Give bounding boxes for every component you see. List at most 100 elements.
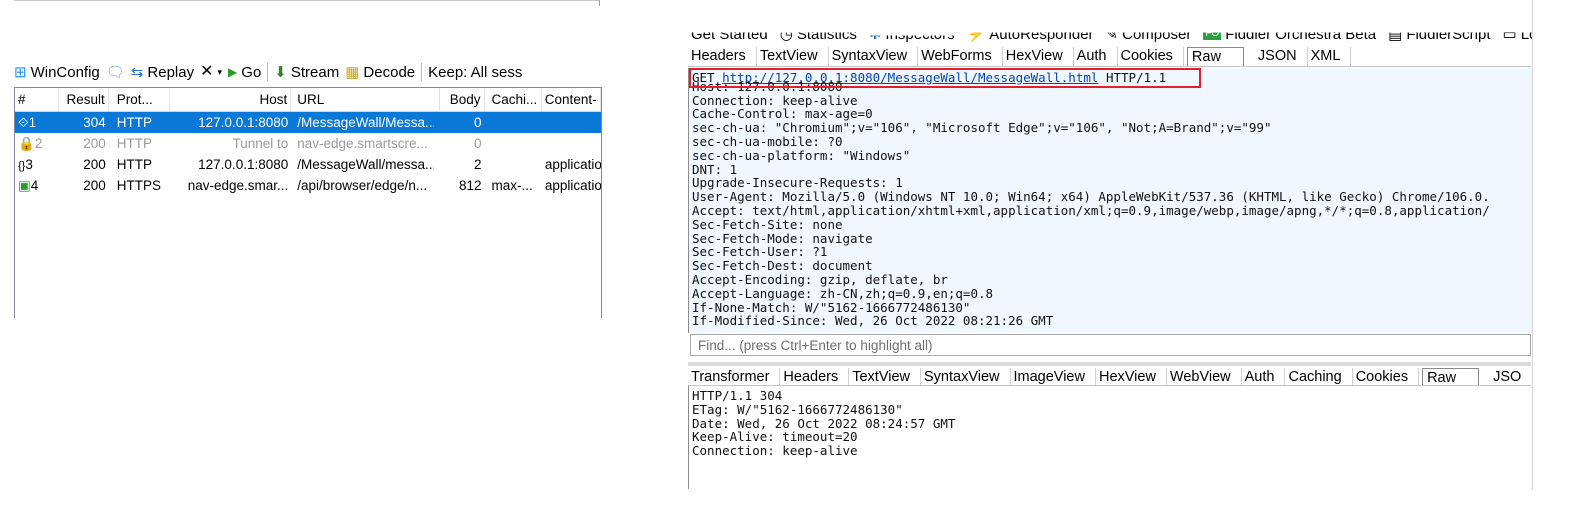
request-header-line: Accept-Encoding: gzip, deflate, br xyxy=(692,271,948,287)
tab-fiddlerscript[interactable]: ▤ FiddlerScript xyxy=(1385,25,1493,43)
response-line: ETag: W/"5162-1666772486130" xyxy=(692,401,903,417)
session-number-cell: ⟐1 xyxy=(15,115,59,131)
decode-button[interactable]: ▦ Decode xyxy=(345,64,415,81)
close-x-icon: ✕ xyxy=(200,63,214,80)
comment-bubble-icon: 🗨 xyxy=(105,63,125,81)
url-cell: /api/browser/edge/n... xyxy=(297,178,428,193)
session-row[interactable]: ⟐1 304 HTTP 127.0.0.1:8080 /MessageWall/… xyxy=(15,112,601,133)
tab-label: Log xyxy=(1520,25,1532,43)
comment-button[interactable]: 🗨 xyxy=(106,65,125,80)
tab-request-raw[interactable]: Raw xyxy=(1186,47,1244,66)
column-header-number[interactable]: # xyxy=(15,88,60,111)
column-header-url[interactable]: URL xyxy=(291,88,441,111)
tab-request-textview[interactable]: TextView xyxy=(757,47,829,66)
request-raw-view[interactable]: GET http://127.0.0.1:8080/MessageWall/Me… xyxy=(688,68,1532,333)
request-header-line: sec-ch-ua-platform: "Windows" xyxy=(692,147,911,163)
column-header-body[interactable]: Body xyxy=(440,88,485,111)
column-header-content-type[interactable]: Content- xyxy=(542,88,601,111)
left-pane-top-border xyxy=(14,0,600,1)
session-number: 4 xyxy=(30,177,39,193)
session-row[interactable]: 🔒2 200 HTTP Tunnel to nav-edge.smartscre… xyxy=(15,133,601,154)
tab-label: AutoResponder xyxy=(989,25,1094,43)
orchestra-fo-icon: FO xyxy=(1203,28,1222,40)
host-cell: 127.0.0.1:8080 xyxy=(198,157,289,172)
session-number-cell: {}3 xyxy=(15,157,59,172)
response-line: Date: Wed, 26 Oct 2022 08:24:57 GMT xyxy=(692,415,956,431)
request-header-line: If-None-Match: W/"5162-1666772486130" xyxy=(692,299,971,315)
go-button[interactable]: ▶ Go xyxy=(228,64,261,81)
column-header-host[interactable]: Host xyxy=(170,88,292,111)
result-cell: 200 xyxy=(83,136,106,151)
decode-icon: ▦ xyxy=(345,63,360,81)
chevron-down-icon: ▾ xyxy=(217,66,223,77)
column-header-result[interactable]: Result xyxy=(59,88,109,111)
request-header-line: User-Agent: Mozilla/5.0 (Windows NT 10.0… xyxy=(692,189,1490,205)
tab-request-xml[interactable]: XML xyxy=(1308,47,1352,66)
tab-log[interactable]: ▭Log xyxy=(1500,25,1532,43)
url-cell: nav-edge.smartscre... xyxy=(297,136,428,151)
tab-request-auth[interactable]: Auth xyxy=(1074,47,1118,66)
tab-inspectors[interactable]: ✱ Inspectors xyxy=(866,25,958,43)
tab-request-headers[interactable]: Headers xyxy=(688,47,757,66)
tab-autoresponder[interactable]: ⚡ AutoResponder xyxy=(964,25,1097,43)
request-inspector-tabs: Headers TextView SyntaxView WebForms Hex… xyxy=(688,45,1531,67)
decode-label: Decode xyxy=(363,63,416,81)
column-header-protocol[interactable]: Prot... xyxy=(109,88,170,111)
tab-request-cookies[interactable]: Cookies xyxy=(1118,47,1184,66)
composer-pencil-icon: ✎ xyxy=(1105,25,1119,43)
tab-request-hexview[interactable]: HexView xyxy=(1003,47,1074,66)
session-number: 3 xyxy=(25,157,33,172)
body-cell: 812 xyxy=(459,178,482,193)
url-cell: /MessageWall/Messa... xyxy=(297,115,435,130)
inspectors-panel: Get Started ◷ Statistics ✱ Inspectors ⚡ Aut… xyxy=(688,0,1532,510)
request-header-line: If-Modified-Since: Wed, 26 Oct 2022 08:2… xyxy=(692,313,1054,329)
request-header-line: Sec-Fetch-Site: none xyxy=(692,216,843,232)
log-icon: ▭ xyxy=(1502,25,1517,43)
stream-button[interactable]: ⬇ Stream xyxy=(274,64,339,81)
request-header-line: Cache-Control: max-age=0 xyxy=(692,106,873,122)
session-number-cell: 🔒2 xyxy=(15,136,59,152)
session-list-header: # Result Prot... Host URL Body Cachi... … xyxy=(15,88,601,112)
response-raw-view[interactable]: HTTP/1.1 304 ETag: W/"5162-1666772486130… xyxy=(688,385,1531,489)
request-header-line: Sec-Fetch-Mode: navigate xyxy=(692,230,873,246)
json-document-icon: ▣ xyxy=(18,177,31,193)
winconfig-label: WinConfig xyxy=(30,63,100,81)
tab-composer[interactable]: ✎ Composer xyxy=(1103,25,1195,43)
tab-get-started[interactable]: Get Started xyxy=(688,25,771,43)
remove-dropdown-button[interactable]: ✕ ▾ xyxy=(200,64,222,80)
response-line: Connection: keep-alive xyxy=(692,443,858,459)
session-row[interactable]: ▣4 200 HTTPS nav-edge.smar... /api/brows… xyxy=(15,175,601,196)
request-header-line: DNT: 1 xyxy=(692,161,738,177)
replay-button[interactable]: ⇆ Replay xyxy=(131,64,194,81)
protocol-cell: HTTP xyxy=(116,157,153,172)
play-icon: ▶ xyxy=(228,65,238,79)
tab-request-syntaxview[interactable]: SyntaxView xyxy=(829,47,919,66)
request-header-line: Accept-Language: zh-CN,zh;q=0.9,en;q=0.8 xyxy=(692,285,994,301)
tab-statistics[interactable]: ◷ Statistics xyxy=(777,33,860,43)
tab-request-json[interactable]: JSON xyxy=(1244,47,1308,66)
script-icon: ▤ xyxy=(1388,25,1403,43)
winconfig-button[interactable]: ⊞ WinConfig xyxy=(14,64,100,81)
session-304-icon: ⟐ xyxy=(18,114,29,130)
tab-request-webforms[interactable]: WebForms xyxy=(918,47,1003,66)
tab-label: Get Started xyxy=(691,25,768,43)
session-list[interactable]: # Result Prot... Host URL Body Cachi... … xyxy=(14,87,602,318)
response-line: Keep-Alive: timeout=20 xyxy=(692,429,858,445)
session-row[interactable]: {}3 200 HTTP 127.0.0.1:8080 /MessageWall… xyxy=(15,154,601,175)
find-input[interactable]: Find... (press Ctrl+Enter to highlight a… xyxy=(690,334,1531,356)
result-cell: 304 xyxy=(83,115,106,130)
tab-label: FiddlerScript xyxy=(1406,25,1491,43)
content-type-cell: applicatio xyxy=(544,157,602,172)
column-header-caching[interactable]: Cachi... xyxy=(485,88,542,111)
request-header-line: sec-ch-ua: "Chromium";v="106", "Microsof… xyxy=(692,120,1272,136)
tab-fiddler-orchestra[interactable]: FO Fiddler Orchestra Beta xyxy=(1200,28,1379,43)
keep-sessions-dropdown[interactable]: Keep: All sess xyxy=(428,64,522,81)
protocol-cell: HTTPS xyxy=(116,178,162,193)
request-header-line: Accept: text/html,application/xhtml+xml,… xyxy=(692,202,1490,218)
replay-label: Replay xyxy=(147,63,195,81)
keep-label: Keep: All sess xyxy=(428,63,523,81)
tab-label: Composer xyxy=(1122,25,1192,43)
tab-label: Inspectors xyxy=(885,25,955,43)
request-header-line: Upgrade-Insecure-Requests: 1 xyxy=(692,175,903,191)
toolbar-separator xyxy=(421,63,423,81)
